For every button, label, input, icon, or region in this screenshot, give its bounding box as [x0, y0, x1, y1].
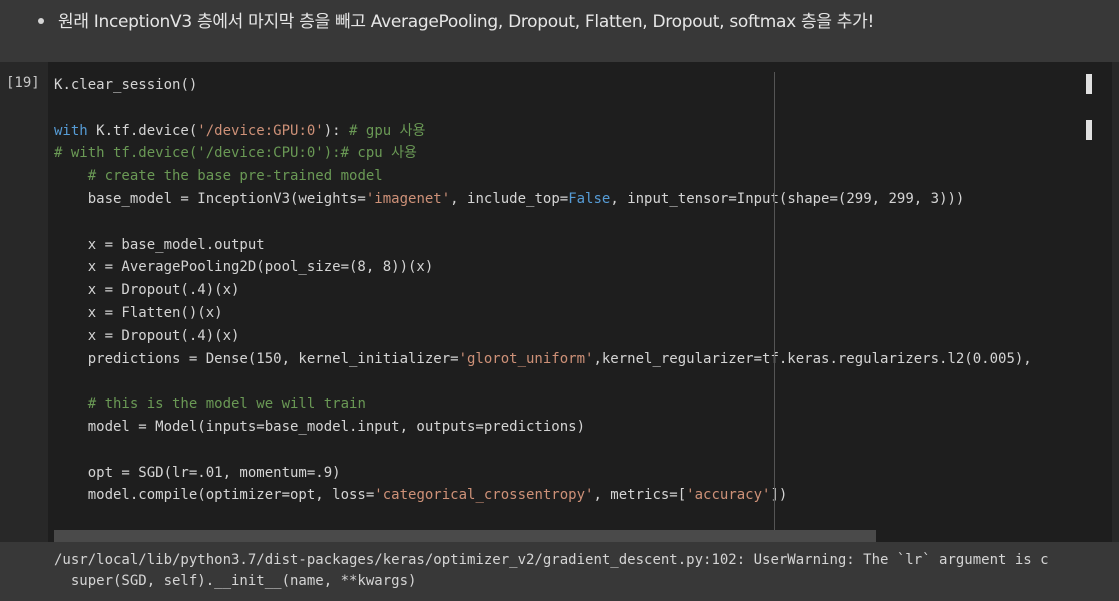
code-line[interactable] [54, 97, 1032, 120]
code-comment: # this is the model we will train [87, 396, 366, 413]
code-line[interactable]: # create the base pre-trained model [54, 165, 1032, 188]
code-string: 'accuracy' [686, 487, 771, 504]
code-token: model.compile(optimizer=opt, loss= [54, 487, 375, 504]
code-token: K.tf.device( [87, 122, 198, 139]
code-comment: # gpu 사용 [349, 122, 426, 139]
code-keyword: with [54, 122, 88, 139]
code-line[interactable]: opt = SGD(lr=.01, momentum=.9) [54, 462, 1032, 485]
code-string: '/device:GPU:0' [197, 122, 324, 139]
horizontal-scrollbar[interactable] [54, 530, 876, 542]
code-line[interactable]: x = AveragePooling2D(pool_size=(8, 8))(x… [54, 256, 1032, 279]
markdown-bullet-text: 원래 InceptionV3 층에서 마지막 층을 빼고 AveragePool… [58, 12, 874, 32]
code-line[interactable]: model = Model(inputs=base_model.input, o… [54, 416, 1032, 439]
code-token: ,kernel_regularizer=tf.keras.regularizer… [593, 350, 1032, 367]
execution-count: [19] [6, 75, 40, 91]
code-token: x = AveragePooling2D(pool_size=(8, 8))(x… [54, 259, 434, 276]
code-line[interactable]: x = Dropout(.4)(x) [54, 279, 1032, 302]
code-line[interactable] [54, 211, 1032, 234]
code-token: x = base_model.output [54, 236, 265, 253]
code-line[interactable]: # this is the model we will train [54, 393, 1032, 416]
code-line[interactable]: base_model = InceptionV3(weights='imagen… [54, 188, 1032, 211]
markdown-cell[interactable]: 원래 InceptionV3 층에서 마지막 층을 빼고 AveragePool… [0, 0, 1119, 62]
code-token: ]) [770, 487, 788, 504]
code-line[interactable] [54, 370, 1032, 393]
code-token: x = Flatten()(x) [54, 304, 223, 321]
code-line[interactable]: # with tf.device('/device:CPU:0'):# cpu … [54, 142, 1032, 165]
code-line[interactable]: predictions = Dense(150, kernel_initiali… [54, 348, 1032, 371]
output-text: /usr/local/lib/python3.7/dist-packages/k… [54, 550, 1049, 592]
output-line: super(SGD, self).__init__(name, **kwargs… [54, 573, 417, 589]
code-cell[interactable]: [19] K.clear_session() with K.tf.device('… [0, 62, 1119, 542]
ruler-line [774, 72, 775, 542]
code-token: ): [323, 122, 350, 139]
code-comment: # create the base pre-trained model [87, 168, 383, 185]
code-token: , include_top= [450, 190, 569, 207]
code-token: model = Model(inputs=base_model.input, o… [54, 418, 586, 435]
code-comment: # with tf.device('/device:CPU:0'):# cpu … [54, 145, 417, 162]
code-token: , metrics=[ [593, 487, 687, 504]
code-line[interactable] [54, 439, 1032, 462]
scroll-marker [1086, 74, 1092, 94]
code-string: 'categorical_crossentropy' [374, 487, 594, 504]
code-string: 'glorot_uniform' [458, 350, 594, 367]
code-token: base_model = InceptionV3(weights= [54, 190, 366, 207]
output-line: /usr/local/lib/python3.7/dist-packages/k… [54, 552, 1049, 568]
code-line[interactable]: model.compile(optimizer=opt, loss='categ… [54, 484, 1032, 507]
code-string: 'imagenet' [365, 190, 451, 207]
code-token: .clear_session() [62, 77, 198, 93]
code-line[interactable]: K.clear_session() [54, 74, 1032, 97]
code-keyword: False [568, 190, 611, 207]
scroll-marker [1086, 120, 1092, 140]
code-token: opt = SGD(lr=.01, momentum=.9) [54, 464, 341, 481]
code-line[interactable]: x = Dropout(.4)(x) [54, 325, 1032, 348]
code-line[interactable]: with K.tf.device('/device:GPU:0'): # gpu… [54, 120, 1032, 143]
code-content[interactable]: K.clear_session()with K.tf.device('/devi… [54, 74, 1032, 507]
code-token: , input_tensor=Input(shape=(299, 299, 3)… [610, 190, 965, 207]
bullet-dot-icon [38, 18, 44, 24]
code-token: x = Dropout(.4)(x) [54, 327, 240, 344]
cell-output: /usr/local/lib/python3.7/dist-packages/k… [0, 542, 1119, 601]
code-line[interactable]: x = base_model.output [54, 234, 1032, 257]
code-token: predictions = Dense(150, kernel_initiali… [54, 350, 459, 367]
code-token: x = Dropout(.4)(x) [54, 282, 240, 299]
code-editor[interactable]: K.clear_session()with K.tf.device('/devi… [48, 62, 1112, 542]
code-line[interactable]: x = Flatten()(x) [54, 302, 1032, 325]
